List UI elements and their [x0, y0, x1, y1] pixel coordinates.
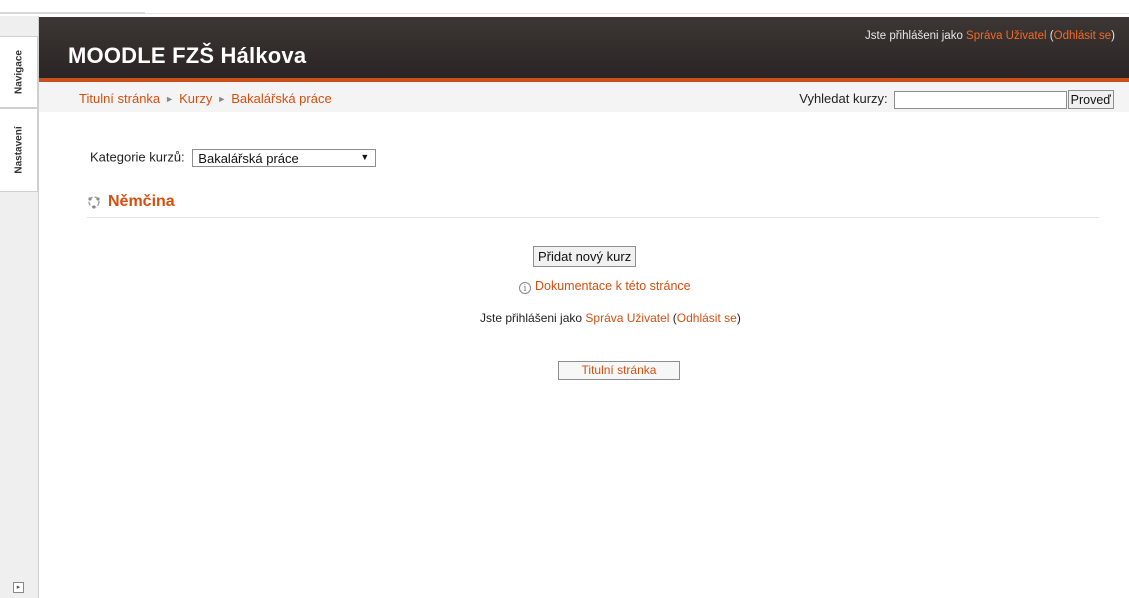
search-label: Vyhledat kurzy: [799, 90, 888, 106]
category-section-header: Němčina [87, 193, 1099, 218]
footer-logout-link[interactable]: Odhlásit se [677, 311, 737, 325]
footer-logout-close-paren: ) [736, 311, 741, 325]
dock-tab-settings-label: Nastavení [13, 126, 24, 174]
footer-user-link[interactable]: Správa Uživatel [585, 311, 669, 325]
dock-tab-navigation-label: Navigace [13, 50, 24, 94]
breadcrumb-courses[interactable]: Kurzy [179, 91, 212, 106]
add-course-button[interactable]: Přidat nový kurz [533, 246, 637, 267]
dock-tab-settings[interactable]: Nastavení [0, 108, 38, 192]
breadcrumb-separator-icon: ► [217, 94, 227, 104]
category-row: Kategorie kurzů: Bakalářská práce ▼ [90, 149, 377, 167]
dock-tab-navigation[interactable]: Navigace [0, 36, 38, 108]
category-icon [88, 196, 100, 209]
category-select-value: Bakalářská práce [198, 151, 299, 166]
breadcrumb-home[interactable]: Titulní stránka [79, 91, 160, 106]
page-header: MOODLE FZŠ Hálkova Jste přihlášeni jako … [39, 17, 1129, 82]
login-info: Jste přihlášeni jako Správa Uživatel (Od… [865, 30, 1115, 42]
login-info-prefix: Jste přihlášeni jako [865, 30, 967, 42]
site-title[interactable]: MOODLE FZŠ Hálkova [68, 43, 306, 69]
home-page-button[interactable]: Titulní stránka [558, 361, 680, 380]
footer-logout-open-paren: ( [669, 311, 677, 325]
user-profile-link[interactable]: Správa Uživatel [966, 30, 1047, 42]
footer-login-info: Jste přihlášeni jako Správa Uživatel (Od… [480, 311, 741, 325]
logout-link[interactable]: Odhlásit se [1054, 30, 1112, 42]
search-input[interactable] [893, 90, 1067, 109]
category-select[interactable]: Bakalářská práce ▼ [192, 149, 377, 167]
breadcrumb-separator-icon: ► [165, 94, 175, 104]
course-search: Vyhledat kurzy: Proveď [799, 90, 1114, 109]
navbar: Titulní stránka ► Kurzy ► Bakalářská práce V… [39, 82, 1129, 112]
category-label: Kategorie kurzů: [90, 149, 185, 165]
documentation-link[interactable]: Dokumentace k této stránce [535, 279, 691, 293]
dock-expand-icon[interactable]: ▸ [13, 582, 24, 593]
top-tab-stub [0, 12, 145, 14]
search-button[interactable]: Proveď [1067, 90, 1114, 109]
top-strip [0, 0, 1129, 14]
logout-close-paren: ) [1111, 30, 1115, 42]
top-rule [145, 13, 1129, 14]
side-dock: Navigace Nastavení ▸ [0, 16, 39, 598]
category-title: Němčina [108, 193, 175, 210]
breadcrumb: Titulní stránka ► Kurzy ► Bakalářská práce [79, 91, 332, 106]
documentation-row: i Dokumentace k této stránce [519, 279, 691, 294]
footer-login-prefix: Jste přihlášeni jako [480, 311, 586, 325]
info-icon: i [519, 282, 531, 294]
breadcrumb-category[interactable]: Bakalářská práce [231, 91, 331, 106]
logout-open-paren: ( [1046, 30, 1054, 42]
chevron-down-icon: ▼ [360, 152, 370, 162]
